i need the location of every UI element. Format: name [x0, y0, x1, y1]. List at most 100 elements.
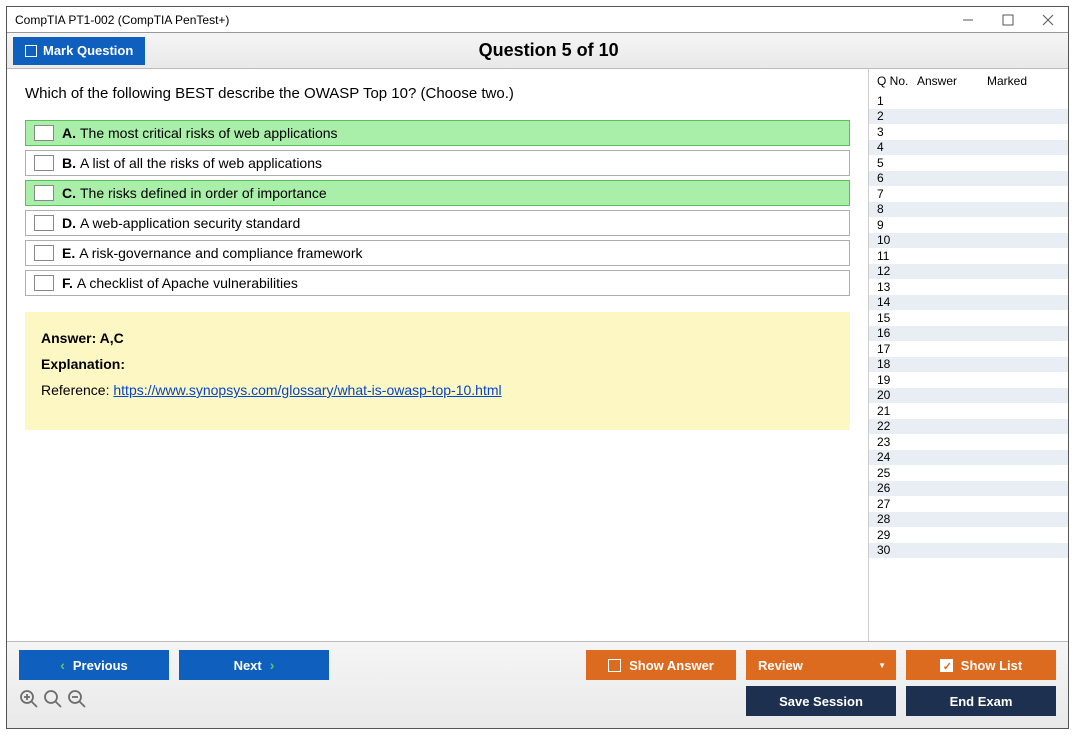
zoom-in-icon[interactable]: [43, 689, 63, 714]
choice-text: The risks defined in order of importance: [80, 185, 327, 201]
sidebar-row[interactable]: 3: [869, 124, 1068, 140]
row-qno: 4: [869, 140, 917, 154]
choice-checkbox[interactable]: [34, 155, 54, 171]
sidebar-row[interactable]: 27: [869, 496, 1068, 512]
choice-letter: B.: [62, 155, 76, 171]
sidebar-row[interactable]: 22: [869, 419, 1068, 435]
sidebar-row[interactable]: 30: [869, 543, 1068, 559]
review-label: Review: [758, 658, 803, 673]
next-button[interactable]: Next ›: [179, 650, 329, 680]
sidebar-row[interactable]: 25: [869, 465, 1068, 481]
save-session-button[interactable]: Save Session: [746, 686, 896, 716]
choice-row[interactable]: D. A web-application security standard: [25, 210, 850, 236]
row-qno: 20: [869, 388, 917, 402]
reference-link[interactable]: https://www.synopsys.com/glossary/what-i…: [113, 382, 501, 398]
sidebar-row[interactable]: 4: [869, 140, 1068, 156]
topbar: Mark Question Question 5 of 10: [7, 33, 1068, 69]
show-answer-checkbox-icon: [608, 659, 621, 672]
reference-label: Reference:: [41, 382, 113, 398]
row-qno: 7: [869, 187, 917, 201]
sidebar-row[interactable]: 28: [869, 512, 1068, 528]
zoom-reset-icon[interactable]: [19, 689, 39, 714]
choice-row[interactable]: F. A checklist of Apache vulnerabilities: [25, 270, 850, 296]
sidebar-row[interactable]: 16: [869, 326, 1068, 342]
sidebar-row[interactable]: 29: [869, 527, 1068, 543]
col-marked: Marked: [987, 74, 1068, 88]
row-qno: 22: [869, 419, 917, 433]
zoom-controls: [19, 689, 87, 714]
sidebar-rows[interactable]: 1234567891011121314151617181920212223242…: [869, 93, 1068, 641]
sidebar-row[interactable]: 5: [869, 155, 1068, 171]
choice-row[interactable]: C. The risks defined in order of importa…: [25, 180, 850, 206]
col-answer: Answer: [917, 74, 987, 88]
chevron-right-icon: ›: [270, 657, 275, 673]
choice-letter: D.: [62, 215, 76, 231]
app-window: CompTIA PT1-002 (CompTIA PenTest+) Mark …: [6, 6, 1069, 729]
sidebar-row[interactable]: 24: [869, 450, 1068, 466]
sidebar-row[interactable]: 21: [869, 403, 1068, 419]
question-prompt: Which of the following BEST describe the…: [25, 85, 850, 102]
choice-checkbox[interactable]: [34, 215, 54, 231]
row-qno: 30: [869, 543, 917, 557]
choice-row[interactable]: A. The most critical risks of web applic…: [25, 120, 850, 146]
row-qno: 13: [869, 280, 917, 294]
choice-row[interactable]: E. A risk-governance and compliance fram…: [25, 240, 850, 266]
sidebar-row[interactable]: 7: [869, 186, 1068, 202]
show-list-button[interactable]: Show List: [906, 650, 1056, 680]
sidebar-row[interactable]: 1: [869, 93, 1068, 109]
next-label: Next: [234, 658, 262, 673]
review-button[interactable]: Review ▼: [746, 650, 896, 680]
sidebar-row[interactable]: 11: [869, 248, 1068, 264]
choice-text: The most critical risks of web applicati…: [80, 125, 338, 141]
sidebar-row[interactable]: 15: [869, 310, 1068, 326]
save-session-label: Save Session: [779, 694, 863, 709]
row-qno: 24: [869, 450, 917, 464]
choice-checkbox[interactable]: [34, 275, 54, 291]
choice-checkbox[interactable]: [34, 245, 54, 261]
sidebar-row[interactable]: 8: [869, 202, 1068, 218]
sidebar-row[interactable]: 12: [869, 264, 1068, 280]
row-qno: 11: [869, 249, 917, 263]
sidebar-row[interactable]: 20: [869, 388, 1068, 404]
row-qno: 14: [869, 295, 917, 309]
sidebar-row[interactable]: 10: [869, 233, 1068, 249]
choice-checkbox[interactable]: [34, 125, 54, 141]
choice-text: A checklist of Apache vulnerabilities: [77, 275, 298, 291]
minimize-button[interactable]: [948, 7, 988, 33]
row-qno: 26: [869, 481, 917, 495]
sidebar-row[interactable]: 9: [869, 217, 1068, 233]
question-counter: Question 5 of 10: [145, 40, 1062, 61]
sidebar-row[interactable]: 2: [869, 109, 1068, 125]
mark-question-button[interactable]: Mark Question: [13, 37, 145, 65]
chevron-down-icon: ▼: [878, 661, 886, 670]
maximize-button[interactable]: [988, 7, 1028, 33]
show-answer-button[interactable]: Show Answer: [586, 650, 736, 680]
close-button[interactable]: [1028, 7, 1068, 33]
previous-button[interactable]: ‹ Previous: [19, 650, 169, 680]
choice-letter: E.: [62, 245, 75, 261]
sidebar-row[interactable]: 14: [869, 295, 1068, 311]
show-answer-label: Show Answer: [629, 658, 714, 673]
choice-checkbox[interactable]: [34, 185, 54, 201]
main-panel: Which of the following BEST describe the…: [7, 69, 868, 641]
zoom-out-icon[interactable]: [67, 689, 87, 714]
sidebar-row[interactable]: 13: [869, 279, 1068, 295]
question-list-sidebar: Q No. Answer Marked 12345678910111213141…: [868, 69, 1068, 641]
end-exam-button[interactable]: End Exam: [906, 686, 1056, 716]
row-qno: 3: [869, 125, 917, 139]
sidebar-row[interactable]: 17: [869, 341, 1068, 357]
row-qno: 23: [869, 435, 917, 449]
sidebar-row[interactable]: 23: [869, 434, 1068, 450]
sidebar-row[interactable]: 19: [869, 372, 1068, 388]
sidebar-row[interactable]: 18: [869, 357, 1068, 373]
sidebar-row[interactable]: 6: [869, 171, 1068, 187]
row-qno: 16: [869, 326, 917, 340]
choice-row[interactable]: B. A list of all the risks of web applic…: [25, 150, 850, 176]
row-qno: 21: [869, 404, 917, 418]
row-qno: 12: [869, 264, 917, 278]
show-list-label: Show List: [961, 658, 1022, 673]
show-list-checkbox-icon: [940, 659, 953, 672]
window-title: CompTIA PT1-002 (CompTIA PenTest+): [15, 13, 229, 27]
previous-label: Previous: [73, 658, 128, 673]
sidebar-row[interactable]: 26: [869, 481, 1068, 497]
